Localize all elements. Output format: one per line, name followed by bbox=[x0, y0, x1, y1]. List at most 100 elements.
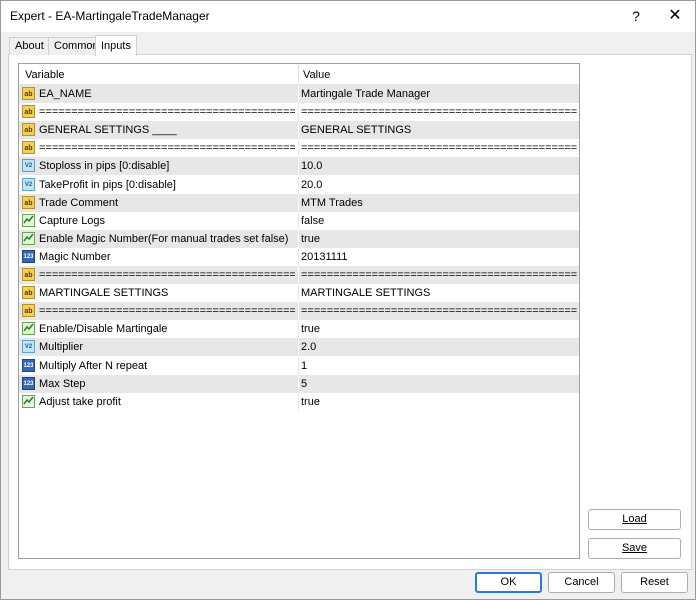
cell-divider bbox=[298, 121, 299, 140]
save-button[interactable]: Save bbox=[588, 538, 681, 559]
variable-name: GENERAL SETTINGS ____ bbox=[39, 124, 177, 137]
expert-dialog: Expert - EA-MartingaleTradeManager ? ✕ A… bbox=[0, 0, 696, 600]
double-type-icon: V2 bbox=[22, 159, 35, 173]
variable-name: ========================================… bbox=[39, 142, 295, 155]
cell-divider bbox=[298, 193, 299, 212]
cell-divider bbox=[298, 175, 299, 194]
input-row[interactable]: Capture Logs false bbox=[19, 211, 579, 231]
input-row[interactable]: V2 Multiplier 2.0 bbox=[19, 338, 579, 358]
variable-value[interactable]: ========================================… bbox=[301, 142, 577, 154]
boolean-type-icon bbox=[22, 213, 35, 227]
cell-divider bbox=[298, 157, 299, 176]
cell-divider bbox=[298, 229, 299, 248]
cell-divider bbox=[298, 374, 299, 393]
load-button[interactable]: Load bbox=[588, 509, 681, 530]
variable-value[interactable]: MARTINGALE SETTINGS bbox=[301, 287, 577, 299]
cell-divider bbox=[298, 85, 299, 103]
variable-value[interactable]: Martingale Trade Manager bbox=[301, 88, 577, 100]
boolean-type-icon bbox=[22, 322, 35, 336]
ok-button[interactable]: OK bbox=[475, 572, 542, 593]
column-header-variable[interactable]: Variable bbox=[25, 69, 65, 81]
variable-value[interactable]: ========================================… bbox=[301, 106, 577, 118]
cell-divider bbox=[298, 211, 299, 230]
string-type-icon: ab bbox=[22, 141, 35, 155]
variable-name: TakeProfit in pips [0:disable] bbox=[39, 178, 176, 191]
variable-name: Max Step bbox=[39, 377, 86, 390]
variable-name: EA_NAME bbox=[39, 88, 92, 100]
save-label: Save bbox=[621, 542, 648, 554]
input-row[interactable]: V2 Stoploss in pips [0:disable] 10.0 bbox=[19, 157, 579, 177]
variable-name: Enable Magic Number(For manual trades se… bbox=[39, 232, 289, 245]
variable-name: ========================================… bbox=[39, 269, 295, 281]
reset-button[interactable]: Reset bbox=[621, 572, 688, 593]
input-row[interactable]: 123 Max Step 5 bbox=[19, 374, 579, 394]
boolean-type-icon bbox=[22, 394, 35, 408]
load-label: Load bbox=[622, 513, 647, 525]
variable-value[interactable]: ========================================… bbox=[301, 305, 577, 317]
input-row[interactable]: ab Trade Comment MTM Trades bbox=[19, 193, 579, 213]
input-row[interactable]: ab ======================================… bbox=[19, 103, 579, 123]
cell-divider bbox=[298, 356, 299, 375]
cell-divider bbox=[298, 338, 299, 357]
variable-name: Enable/Disable Martingale bbox=[39, 323, 168, 336]
input-row[interactable]: ab MARTINGALE SETTINGS MARTINGALE SETTINGS bbox=[19, 284, 579, 304]
help-button[interactable]: ? bbox=[621, 5, 651, 27]
variable-name: Magic Number bbox=[39, 250, 111, 263]
string-type-icon: ab bbox=[22, 268, 35, 281]
variable-value[interactable]: 5 bbox=[301, 378, 577, 390]
integer-type-icon: 123 bbox=[22, 249, 35, 263]
column-header-value[interactable]: Value bbox=[303, 69, 330, 81]
close-button[interactable]: ✕ bbox=[660, 5, 690, 27]
tab-about[interactable]: About bbox=[9, 37, 50, 55]
string-type-icon: ab bbox=[22, 195, 35, 209]
input-row[interactable]: 123 Magic Number 20131111 bbox=[19, 247, 579, 267]
double-type-icon: V2 bbox=[22, 177, 35, 191]
string-type-icon: ab bbox=[22, 105, 35, 119]
tab-inputs[interactable]: Inputs bbox=[95, 35, 137, 56]
variable-value[interactable]: ========================================… bbox=[301, 269, 577, 281]
variable-value[interactable]: true bbox=[301, 323, 577, 335]
variable-value[interactable]: 20131111 bbox=[301, 251, 577, 263]
input-row[interactable]: ab ======================================… bbox=[19, 302, 579, 322]
variable-name: ========================================… bbox=[39, 106, 295, 119]
integer-type-icon: 123 bbox=[22, 358, 35, 372]
cancel-button[interactable]: Cancel bbox=[548, 572, 615, 593]
variable-value[interactable]: true bbox=[301, 396, 577, 408]
input-row[interactable]: ab EA_NAME Martingale Trade Manager bbox=[19, 85, 579, 104]
window-title: Expert - EA-MartingaleTradeManager bbox=[10, 9, 210, 23]
input-row[interactable]: ab ======================================… bbox=[19, 266, 579, 285]
input-row[interactable]: Enable/Disable Martingale true bbox=[19, 320, 579, 340]
variable-name: Capture Logs bbox=[39, 214, 106, 227]
variable-value[interactable]: true bbox=[301, 233, 577, 245]
variable-value[interactable]: MTM Trades bbox=[301, 197, 577, 209]
variable-value[interactable]: 1 bbox=[301, 360, 577, 372]
variable-name: Multiply After N repeat bbox=[39, 359, 148, 372]
input-row[interactable]: Enable Magic Number(For manual trades se… bbox=[19, 229, 579, 249]
string-type-icon: ab bbox=[22, 286, 35, 300]
cell-divider bbox=[298, 103, 299, 122]
variable-value[interactable]: 20.0 bbox=[301, 179, 577, 191]
cell-divider bbox=[298, 302, 299, 321]
title-bar: Expert - EA-MartingaleTradeManager ? ✕ bbox=[1, 1, 695, 32]
variable-name: ========================================… bbox=[39, 305, 295, 318]
cell-divider bbox=[298, 284, 299, 303]
variable-value[interactable]: 10.0 bbox=[301, 160, 577, 172]
input-row[interactable]: ab GENERAL SETTINGS ____ GENERAL SETTINGS bbox=[19, 121, 579, 141]
variable-value[interactable]: false bbox=[301, 215, 577, 227]
input-row[interactable]: Adjust take profit true bbox=[19, 392, 579, 412]
double-type-icon: V2 bbox=[22, 340, 35, 354]
column-divider[interactable] bbox=[298, 64, 299, 84]
inputs-grid: Variable Value ab EA_NAME Martingale Trade… bbox=[18, 63, 580, 559]
variable-name: MARTINGALE SETTINGS bbox=[39, 287, 169, 300]
input-row[interactable]: V2 TakeProfit in pips [0:disable] 20.0 bbox=[19, 175, 579, 195]
input-row[interactable]: ab ======================================… bbox=[19, 139, 579, 159]
variable-name: Trade Comment bbox=[39, 196, 119, 209]
input-row[interactable]: 123 Multiply After N repeat 1 bbox=[19, 356, 579, 376]
variable-value[interactable]: 2.0 bbox=[301, 341, 577, 353]
string-type-icon: ab bbox=[22, 123, 35, 137]
cell-divider bbox=[298, 247, 299, 266]
cell-divider bbox=[298, 139, 299, 158]
variable-value[interactable]: GENERAL SETTINGS bbox=[301, 124, 577, 136]
integer-type-icon: 123 bbox=[22, 376, 35, 390]
cell-divider bbox=[298, 320, 299, 339]
